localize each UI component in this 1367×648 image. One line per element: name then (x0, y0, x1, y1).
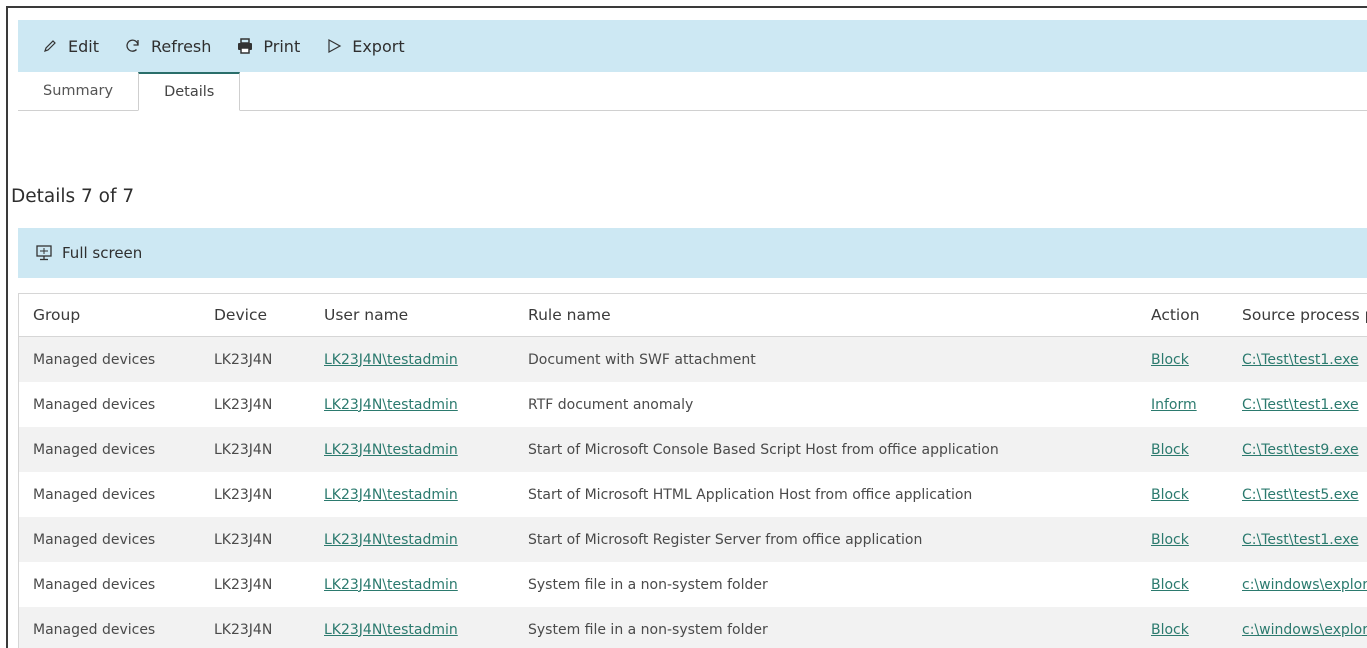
export-icon (324, 36, 344, 56)
action-link[interactable]: Block (1151, 442, 1189, 458)
report-window: Edit Refresh Print Export Summary Detail… (6, 6, 1367, 648)
tab-summary[interactable]: Summary (18, 72, 138, 110)
section-title: Details 7 of 7 (11, 186, 135, 207)
table-row[interactable]: Managed devices LK23J4N LK23J4N\testadmi… (19, 517, 1367, 562)
action-link[interactable]: Block (1151, 487, 1189, 503)
cell-rule-name: Start of Microsoft HTML Application Host… (514, 472, 1137, 517)
pencil-icon (40, 36, 60, 56)
fullscreen-button[interactable]: Full screen (62, 244, 142, 262)
source-process-link[interactable]: C:\Test\test1.exe (1242, 532, 1359, 548)
cell-device: LK23J4N (200, 607, 310, 648)
source-process-link[interactable]: C:\Test\test1.exe (1242, 397, 1359, 413)
cell-group: Managed devices (19, 562, 200, 607)
monitor-icon (34, 243, 54, 263)
cell-source-process: C:\Test\test1.exe (1228, 382, 1367, 427)
table-row[interactable]: Managed devices LK23J4N LK23J4N\testadmi… (19, 562, 1367, 607)
print-label: Print (263, 36, 301, 56)
source-process-link[interactable]: c:\windows\explor (1242, 577, 1367, 593)
user-name-link[interactable]: LK23J4N\testadmin (324, 532, 458, 548)
action-link[interactable]: Inform (1151, 397, 1197, 413)
cell-device: LK23J4N (200, 562, 310, 607)
user-name-link[interactable]: LK23J4N\testadmin (324, 397, 458, 413)
cell-device: LK23J4N (200, 517, 310, 562)
cell-rule-name: System file in a non-system folder (514, 607, 1137, 648)
edit-label: Edit (68, 36, 99, 56)
column-header-action[interactable]: Action (1137, 294, 1228, 337)
cell-device: LK23J4N (200, 472, 310, 517)
refresh-label: Refresh (150, 36, 212, 56)
cell-device: LK23J4N (200, 427, 310, 472)
cell-user-name: LK23J4N\testadmin (310, 562, 514, 607)
source-process-link[interactable]: C:\Test\test1.exe (1242, 352, 1359, 368)
export-label: Export (352, 36, 405, 56)
cell-action: Inform (1137, 382, 1228, 427)
cell-group: Managed devices (19, 517, 200, 562)
table-row[interactable]: Managed devices LK23J4N LK23J4N\testadmi… (19, 607, 1367, 648)
column-header-device[interactable]: Device (200, 294, 310, 337)
printer-icon (235, 36, 255, 56)
cell-rule-name: Start of Microsoft Console Based Script … (514, 427, 1137, 472)
column-header-rule-name[interactable]: Rule name (514, 294, 1137, 337)
cell-source-process: c:\windows\explor (1228, 562, 1367, 607)
cell-group: Managed devices (19, 336, 200, 382)
print-button[interactable]: Print (235, 36, 300, 56)
column-header-group[interactable]: Group (19, 294, 200, 337)
cell-group: Managed devices (19, 607, 200, 648)
cell-group: Managed devices (19, 427, 200, 472)
column-header-source-process[interactable]: Source process pa (1228, 294, 1367, 337)
cell-user-name: LK23J4N\testadmin (310, 336, 514, 382)
refresh-icon (123, 36, 143, 56)
user-name-link[interactable]: LK23J4N\testadmin (324, 352, 458, 368)
cell-device: LK23J4N (200, 382, 310, 427)
source-process-link[interactable]: C:\Test\test5.exe (1242, 487, 1359, 503)
details-table: Group Device User name Rule name Action … (18, 293, 1367, 648)
cell-rule-name: Document with SWF attachment (514, 336, 1137, 382)
cell-action: Block (1137, 562, 1228, 607)
cell-action: Block (1137, 427, 1228, 472)
user-name-link[interactable]: LK23J4N\testadmin (324, 577, 458, 593)
tab-bar: Summary Details (18, 72, 1367, 111)
table-row[interactable]: Managed devices LK23J4N LK23J4N\testadmi… (19, 336, 1367, 382)
cell-source-process: C:\Test\test9.exe (1228, 427, 1367, 472)
cell-rule-name: Start of Microsoft Register Server from … (514, 517, 1137, 562)
table-header-row: Group Device User name Rule name Action … (19, 294, 1367, 337)
edit-button[interactable]: Edit (40, 36, 99, 56)
cell-user-name: LK23J4N\testadmin (310, 607, 514, 648)
table-row[interactable]: Managed devices LK23J4N LK23J4N\testadmi… (19, 472, 1367, 517)
user-name-link[interactable]: LK23J4N\testadmin (324, 442, 458, 458)
cell-action: Block (1137, 517, 1228, 562)
export-button[interactable]: Export (324, 36, 405, 56)
cell-action: Block (1137, 607, 1228, 648)
cell-rule-name: RTF document anomaly (514, 382, 1137, 427)
cell-source-process: c:\windows\explor (1228, 607, 1367, 648)
action-link[interactable]: Block (1151, 532, 1189, 548)
cell-group: Managed devices (19, 472, 200, 517)
cell-source-process: C:\Test\test1.exe (1228, 517, 1367, 562)
action-link[interactable]: Block (1151, 577, 1189, 593)
cell-user-name: LK23J4N\testadmin (310, 472, 514, 517)
column-header-user-name[interactable]: User name (310, 294, 514, 337)
cell-group: Managed devices (19, 382, 200, 427)
source-process-link[interactable]: C:\Test\test9.exe (1242, 442, 1359, 458)
action-link[interactable]: Block (1151, 352, 1189, 368)
cell-rule-name: System file in a non-system folder (514, 562, 1137, 607)
user-name-link[interactable]: LK23J4N\testadmin (324, 622, 458, 638)
table-row[interactable]: Managed devices LK23J4N LK23J4N\testadmi… (19, 427, 1367, 472)
source-process-link[interactable]: c:\windows\explor (1242, 622, 1367, 638)
refresh-button[interactable]: Refresh (123, 36, 211, 56)
toolbar: Edit Refresh Print Export (18, 20, 1367, 72)
fullscreen-bar: Full screen (18, 228, 1367, 278)
cell-source-process: C:\Test\test5.exe (1228, 472, 1367, 517)
cell-device: LK23J4N (200, 336, 310, 382)
table-row[interactable]: Managed devices LK23J4N LK23J4N\testadmi… (19, 382, 1367, 427)
cell-user-name: LK23J4N\testadmin (310, 427, 514, 472)
cell-user-name: LK23J4N\testadmin (310, 517, 514, 562)
tab-details[interactable]: Details (138, 72, 241, 111)
cell-user-name: LK23J4N\testadmin (310, 382, 514, 427)
action-link[interactable]: Block (1151, 622, 1189, 638)
cell-source-process: C:\Test\test1.exe (1228, 336, 1367, 382)
cell-action: Block (1137, 472, 1228, 517)
user-name-link[interactable]: LK23J4N\testadmin (324, 487, 458, 503)
cell-action: Block (1137, 336, 1228, 382)
